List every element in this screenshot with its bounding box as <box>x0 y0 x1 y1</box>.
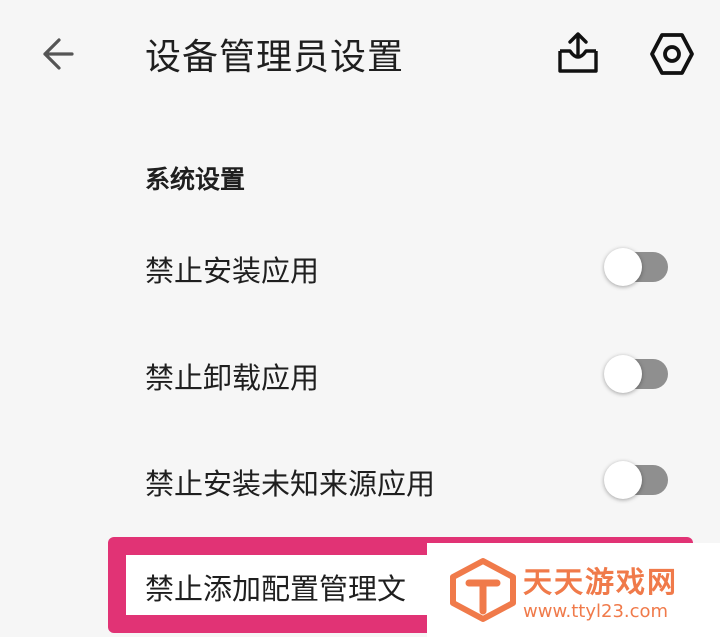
toggle-knob <box>604 248 642 286</box>
gear-icon <box>650 33 694 75</box>
disable-install-toggle[interactable] <box>604 248 668 286</box>
arrow-left-icon <box>43 38 74 70</box>
setting-row-disable-unknown-sources[interactable]: 禁止安装未知来源应用 <box>0 449 720 509</box>
toggle-knob <box>604 355 642 393</box>
device-admin-settings-page: 设备管理员设置 系统设置 禁止安装应用 禁止卸载应用 禁止安装未知来源应用 禁止… <box>0 0 720 637</box>
export-icon <box>558 32 598 73</box>
setting-label: 禁止安装未知来源应用 <box>145 467 436 501</box>
setting-label: 禁止安装应用 <box>145 254 320 288</box>
disable-unknown-sources-toggle[interactable] <box>604 461 668 499</box>
setting-row-disable-uninstall[interactable]: 禁止卸载应用 <box>0 343 720 403</box>
back-button[interactable] <box>34 32 78 76</box>
setting-label: 禁止卸载应用 <box>145 361 320 395</box>
watermark-url: www.ttyl23.com <box>523 601 669 622</box>
settings-button[interactable] <box>646 28 698 80</box>
watermark: 天天游戏网 www.ttyl23.com <box>427 543 720 637</box>
watermark-logo <box>450 558 516 622</box>
watermark-name: 天天游戏网 <box>523 565 679 599</box>
disable-uninstall-toggle[interactable] <box>604 355 668 393</box>
setting-label: 禁止添加配置管理文 <box>145 572 407 606</box>
toggle-knob <box>604 461 642 499</box>
export-button[interactable] <box>553 28 603 78</box>
section-title: 系统设置 <box>145 165 246 194</box>
setting-row-disable-install[interactable]: 禁止安装应用 <box>0 236 720 296</box>
page-title: 设备管理员设置 <box>145 37 405 78</box>
